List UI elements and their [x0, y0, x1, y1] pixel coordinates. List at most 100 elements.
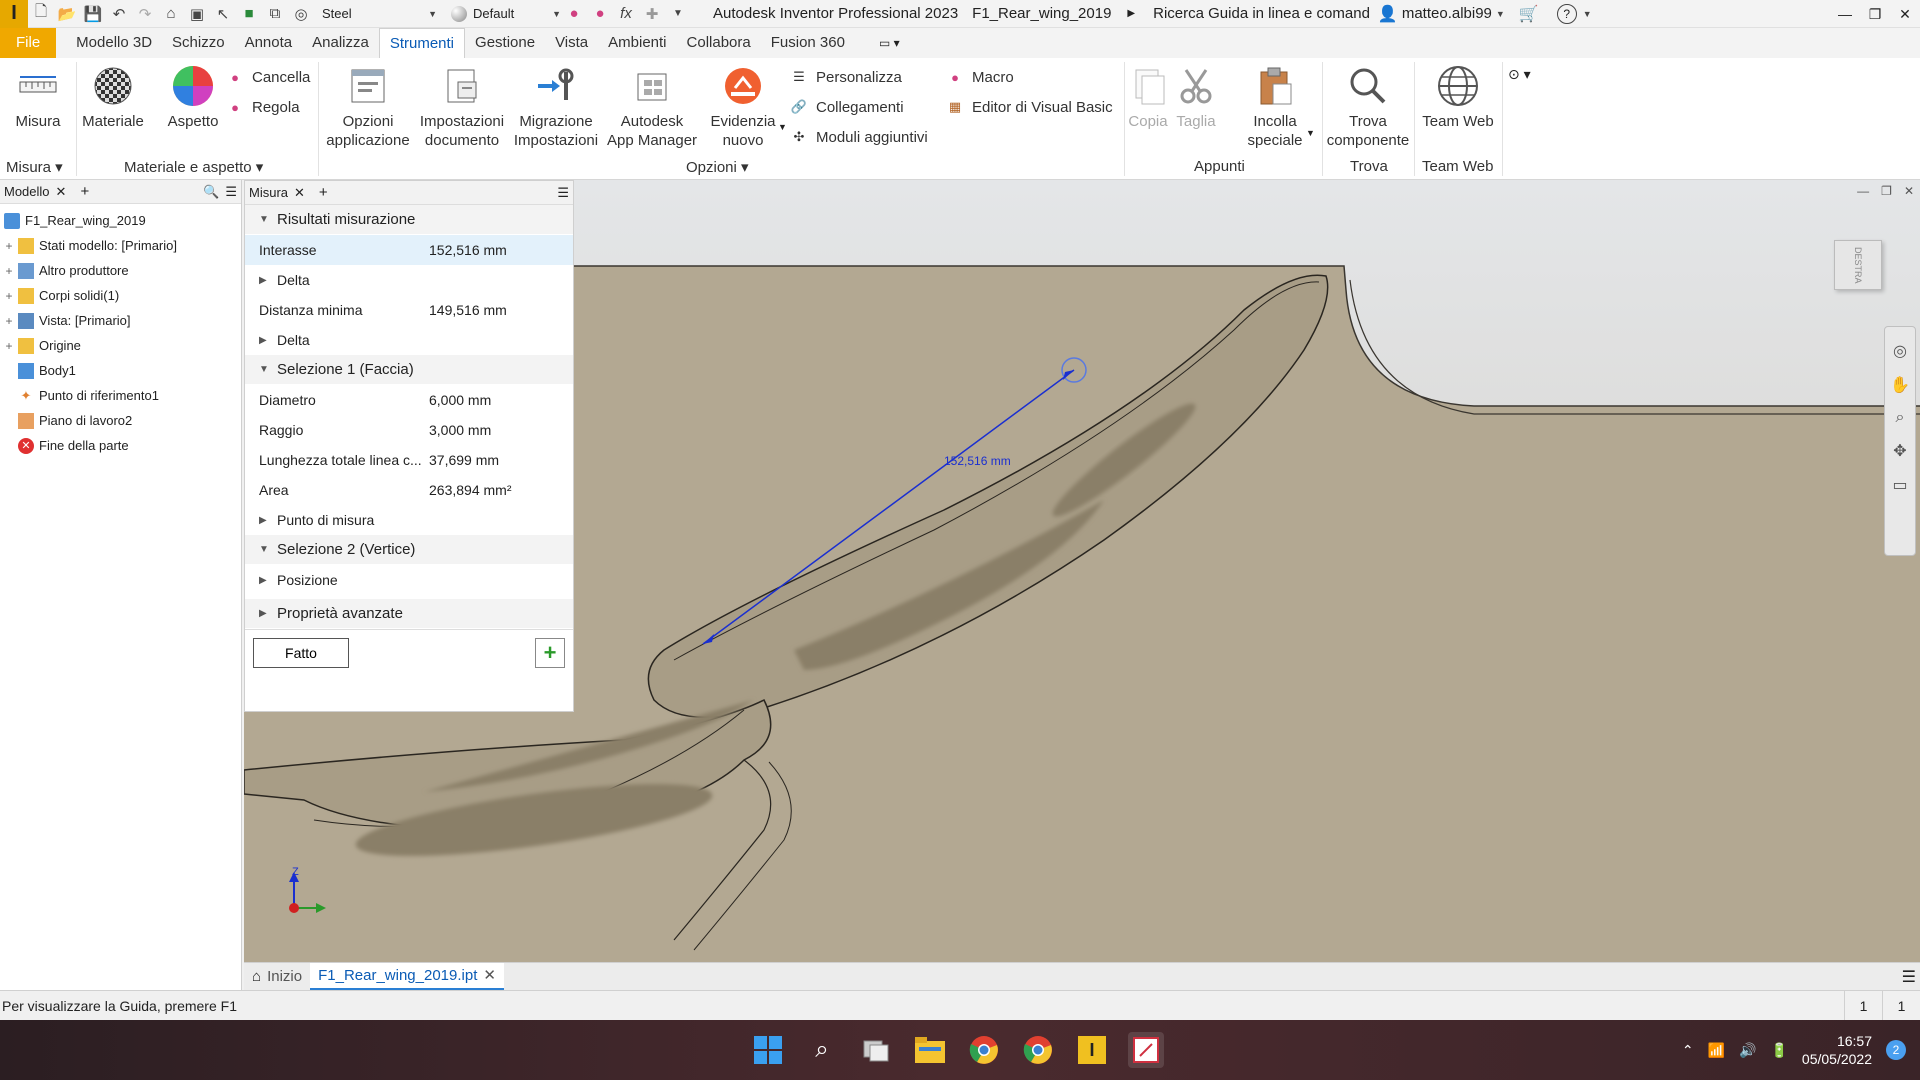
- minimize-icon[interactable]: —: [1830, 0, 1860, 28]
- result-radius[interactable]: Raggio 3,000 mm: [245, 415, 573, 445]
- material-button[interactable]: Materiale: [78, 64, 148, 131]
- migrate-settings-button[interactable]: Migrazione Impostazioni: [510, 64, 602, 150]
- file-explorer-icon[interactable]: [912, 1032, 948, 1068]
- tree-item-work-plane[interactable]: Piano di lavoro2: [0, 408, 241, 433]
- tab-strumenti[interactable]: Strumenti: [378, 28, 466, 58]
- clear-appearance-icon[interactable]: ●: [561, 1, 587, 27]
- close-icon[interactable]: ✕: [294, 185, 305, 201]
- result-total-length[interactable]: Lunghezza totale linea c... 37,699 mm: [245, 445, 573, 475]
- team-web-button[interactable]: Team Web: [1416, 64, 1500, 131]
- appearance-button[interactable]: Aspetto: [158, 64, 228, 131]
- tab-schizzo[interactable]: Schizzo: [162, 28, 235, 58]
- expand-icon[interactable]: +: [0, 239, 18, 253]
- viewport-close-icon[interactable]: ✕: [1904, 184, 1914, 198]
- tab-fusion-360[interactable]: Fusion 360: [761, 28, 855, 58]
- chrome-icon[interactable]: [1020, 1032, 1056, 1068]
- highlight-new-button[interactable]: Evidenzia nuovo: [702, 64, 784, 150]
- customize-button[interactable]: ☰ Personalizza: [790, 68, 902, 86]
- select-icon[interactable]: ↖: [210, 1, 236, 27]
- tab-file[interactable]: File: [0, 28, 57, 58]
- position-expander[interactable]: ▶ Posizione: [245, 565, 573, 595]
- user-account[interactable]: 👤 matteo.albi99 ▼: [1378, 4, 1505, 24]
- tab-analizza[interactable]: Analizza: [302, 28, 379, 58]
- appearance-dropdown[interactable]: Default ▼: [451, 5, 561, 22]
- chevron-down-icon[interactable]: ▼: [778, 122, 787, 132]
- close-icon[interactable]: ✕: [56, 184, 67, 200]
- tab-modello-3d[interactable]: Modello 3D: [66, 28, 162, 58]
- tree-item-end-of-part[interactable]: ✕ Fine della parte: [0, 433, 241, 458]
- tab-collabora[interactable]: Collabora: [677, 28, 761, 58]
- tree-item-solid-bodies[interactable]: + Corpi solidi(1): [0, 283, 241, 308]
- chevron-down-icon[interactable]: ▼: [1306, 128, 1315, 138]
- adaptive-icon[interactable]: ⧉: [262, 1, 288, 27]
- add-tab-icon[interactable]: +: [319, 184, 328, 201]
- home-icon[interactable]: ⌂: [158, 1, 184, 27]
- clear-button[interactable]: ● Cancella: [226, 68, 310, 86]
- material-dropdown[interactable]: Steel ▼: [322, 6, 437, 21]
- expand-icon[interactable]: +: [0, 289, 18, 303]
- save-icon[interactable]: 💾: [80, 1, 106, 27]
- tab-home[interactable]: ⌂ Inizio: [244, 963, 310, 991]
- expand-icon[interactable]: +: [0, 314, 18, 328]
- copy-button[interactable]: Copia: [1128, 64, 1168, 131]
- pan-hand-icon[interactable]: ✋: [1890, 375, 1910, 395]
- menu-icon[interactable]: ☰: [557, 185, 569, 201]
- tab-gestione[interactable]: Gestione: [465, 28, 545, 58]
- orbit-icon[interactable]: ✥: [1893, 441, 1906, 461]
- tree-item-model-states[interactable]: + Stati modello: [Primario]: [0, 233, 241, 258]
- app-manager-button[interactable]: Autodesk App Manager: [604, 64, 700, 150]
- section-selection-2[interactable]: ▼ Selezione 2 (Vertice): [245, 535, 573, 565]
- adjust-button[interactable]: ● Regola: [226, 98, 299, 116]
- fx-parameters-icon[interactable]: fx: [613, 1, 639, 27]
- tree-item-root[interactable]: F1_Rear_wing_2019: [0, 208, 241, 233]
- delta-expander-1[interactable]: ▶ Delta: [245, 265, 573, 295]
- tree-item-view[interactable]: + Vista: [Primario]: [0, 308, 241, 333]
- tray-chevron-up-icon[interactable]: ⌃: [1682, 1042, 1694, 1059]
- group-materiale-aspetto-label[interactable]: Materiale e aspetto ▾: [124, 158, 263, 176]
- projects-icon[interactable]: ▣: [184, 1, 210, 27]
- find-component-button[interactable]: Trova componente: [1324, 64, 1412, 150]
- tree-item-origin[interactable]: + Origine: [0, 333, 241, 358]
- cart-icon[interactable]: 🛒: [1519, 4, 1539, 24]
- zoom-icon[interactable]: ⌕: [1896, 409, 1905, 427]
- volume-icon[interactable]: 🔊: [1739, 1042, 1756, 1059]
- measure-button[interactable]: Misura: [12, 64, 64, 131]
- document-settings-button[interactable]: Impostazioni documento: [416, 64, 508, 150]
- viewcube[interactable]: DESTRA: [1834, 240, 1882, 290]
- chevron-down-icon[interactable]: ▼: [1583, 9, 1592, 19]
- plus-icon[interactable]: ✚: [639, 1, 665, 27]
- macro-button[interactable]: ● Macro: [946, 68, 1014, 86]
- close-icon[interactable]: ✕: [1890, 0, 1920, 28]
- tab-annota[interactable]: Annota: [235, 28, 303, 58]
- windows-start-icon[interactable]: [750, 1032, 786, 1068]
- clock[interactable]: 16:57 05/05/2022: [1802, 1032, 1872, 1068]
- restore-icon[interactable]: ❐: [1860, 0, 1890, 28]
- customize-qat-icon[interactable]: ▼: [665, 1, 691, 27]
- section-measurement-results[interactable]: ▼ Risultati misurazione: [245, 205, 573, 235]
- menu-icon[interactable]: ☰: [1902, 967, 1916, 987]
- chevron-right-icon[interactable]: ▶: [1127, 8, 1135, 19]
- result-min-distance[interactable]: Distanza minima 149,516 mm: [245, 295, 573, 325]
- new-file-icon[interactable]: 🗋: [28, 1, 54, 27]
- tab-vista[interactable]: Vista: [545, 28, 598, 58]
- chrome-profile-icon[interactable]: [966, 1032, 1002, 1068]
- addins-button[interactable]: ✣ Moduli aggiuntivi: [790, 128, 928, 146]
- result-area[interactable]: Area 263,894 mm²: [245, 475, 573, 505]
- section-advanced-properties[interactable]: ▶ Proprietà avanzate: [245, 599, 573, 629]
- help-search-input[interactable]: Ricerca Guida in linea e comand: [1153, 5, 1370, 22]
- update-icon[interactable]: ■: [236, 1, 262, 27]
- redo-icon[interactable]: ↷: [132, 1, 158, 27]
- panel-options-icon[interactable]: ⊙ ▾: [1508, 66, 1531, 83]
- open-file-icon[interactable]: 📂: [54, 1, 80, 27]
- vba-editor-button[interactable]: ▦ Editor di Visual Basic: [946, 98, 1113, 116]
- section-selection-1[interactable]: ▼ Selezione 1 (Faccia): [245, 355, 573, 385]
- viewport-restore-icon[interactable]: ❐: [1881, 184, 1892, 198]
- browser-tab-modello[interactable]: Modello: [4, 184, 50, 199]
- search-icon[interactable]: 🔍: [203, 184, 219, 200]
- battery-icon[interactable]: 🔋: [1770, 1042, 1787, 1059]
- done-button[interactable]: Fatto: [253, 637, 349, 668]
- snipping-tool-icon[interactable]: [1128, 1032, 1164, 1068]
- menu-icon[interactable]: ☰: [225, 184, 237, 200]
- application-options-button[interactable]: Opzioni applicazione: [322, 64, 414, 150]
- wifi-icon[interactable]: 📶: [1708, 1042, 1725, 1059]
